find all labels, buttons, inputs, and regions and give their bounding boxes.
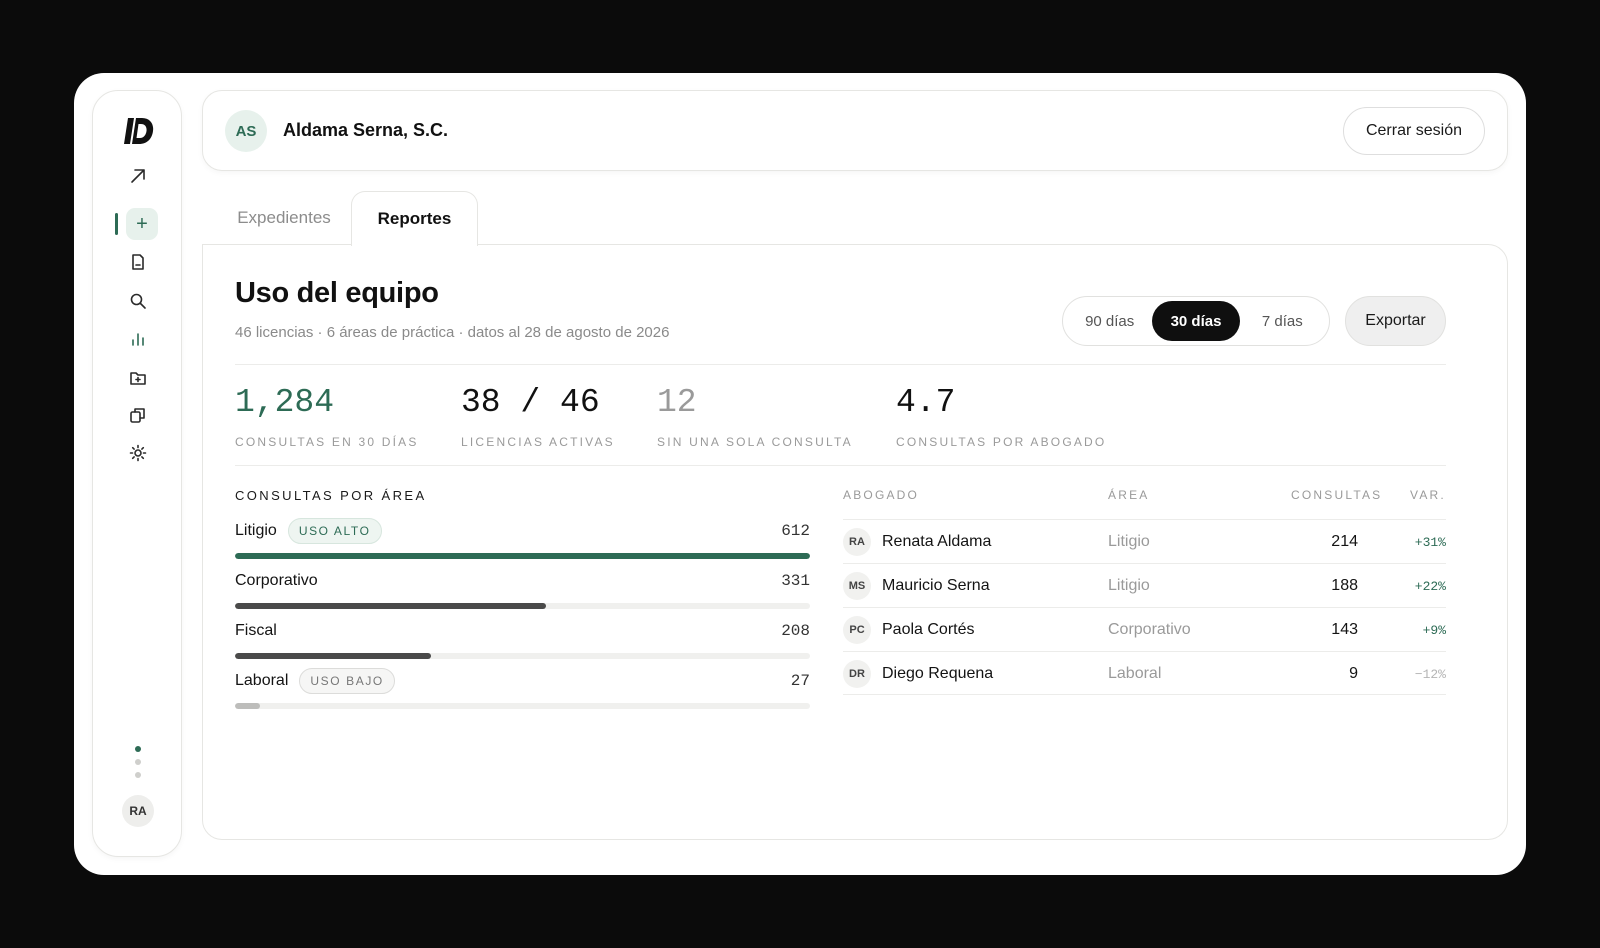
gear-icon[interactable]	[127, 442, 149, 464]
table-row[interactable]: MS Mauricio Serna Litigio 188 +22%	[843, 563, 1446, 607]
logout-button[interactable]: Cerrar sesión	[1342, 107, 1485, 155]
area-name: Corporativo	[235, 572, 318, 589]
col-header-area: ÁREA	[1108, 488, 1150, 502]
table-row[interactable]: RA Renata Aldama Litigio 214 +31%	[843, 519, 1446, 563]
kpi-value: 1,284	[235, 384, 335, 421]
divider	[235, 364, 1446, 365]
col-header-var: VAR.	[1410, 488, 1446, 502]
row-consultas: 188	[1331, 577, 1358, 594]
row-avatar: MS	[843, 572, 871, 600]
row-area: Litigio	[1108, 533, 1150, 550]
row-name: Mauricio Serna	[882, 577, 990, 594]
area-bar-fill	[235, 603, 547, 609]
range-30-button[interactable]: 30 días	[1152, 301, 1240, 341]
tab-reportes[interactable]: Reportes	[351, 191, 478, 246]
row-area: Litigio	[1108, 577, 1150, 594]
area-bar-track	[235, 653, 810, 659]
page-dot[interactable]	[135, 772, 141, 778]
kpi-sin-consulta: 12 SIN UNA SOLA CONSULTA	[657, 384, 853, 450]
app-window: + RA AS Aldama Serna, S.C. Cerrar sesión…	[74, 73, 1526, 875]
row-avatar: RA	[843, 528, 871, 556]
report-panel: Uso del equipo 46 licencias · 6 áreas de…	[202, 244, 1508, 840]
row-var: +9%	[1422, 622, 1446, 638]
page-dot[interactable]	[135, 759, 141, 765]
area-name: Litigio	[235, 522, 277, 539]
header: AS Aldama Serna, S.C. Cerrar sesión	[202, 90, 1508, 171]
row-consultas: 214	[1331, 533, 1358, 550]
area-count: 208	[781, 622, 810, 640]
kpi-consultas: 1,284 CONSULTAS EN 30 DÍAS	[235, 384, 419, 450]
area-name-wrap: Laboral USO BAJO	[235, 668, 395, 694]
tab-expedientes[interactable]: Expedientes	[219, 191, 349, 245]
row-var: +22%	[1414, 578, 1446, 594]
kpi-value: 38 / 46	[461, 384, 600, 421]
col-header-consultas: CONSULTAS	[1291, 488, 1383, 502]
col-header-abogado: ABOGADO	[843, 488, 920, 502]
kpi-por-abogado: 4.7 CONSULTAS POR ABOGADO	[896, 384, 1107, 450]
area-bar-track	[235, 703, 810, 709]
search-icon[interactable]	[127, 290, 149, 312]
row-name: Renata Aldama	[882, 533, 992, 550]
range-selector: 90 días 30 días 7 días	[1062, 296, 1330, 346]
folder-icon[interactable]	[127, 367, 149, 389]
row-area: Laboral	[1108, 665, 1162, 682]
area-bar-track	[235, 553, 810, 559]
active-indicator	[115, 213, 118, 235]
area-bar-fill	[235, 553, 810, 559]
copy-icon[interactable]	[127, 404, 149, 426]
row-name: Diego Requena	[882, 665, 994, 682]
area-name-wrap: Fiscal	[235, 618, 277, 644]
row-consultas: 143	[1331, 621, 1358, 638]
org-name: Aldama Serna, S.C.	[283, 120, 449, 140]
row-area: Corporativo	[1108, 621, 1191, 638]
kpi-licencias: 38 / 46 LICENCIAS ACTIVAS	[461, 384, 615, 450]
table-row[interactable]: DR Diego Requena Laboral 9 −12%	[843, 651, 1446, 695]
range-7-button[interactable]: 7 días	[1240, 301, 1325, 341]
row-name: Paola Cortés	[882, 621, 975, 638]
kpi-label: LICENCIAS ACTIVAS	[461, 435, 615, 449]
range-90-button[interactable]: 90 días	[1067, 301, 1152, 341]
export-button[interactable]: Exportar	[1345, 296, 1446, 346]
areas-title: CONSULTAS POR ÁREA	[235, 488, 427, 503]
kpi-label: SIN UNA SOLA CONSULTA	[657, 435, 853, 449]
row-var: +31%	[1414, 534, 1446, 550]
usage-badge-high: USO ALTO	[287, 518, 382, 544]
area-count: 612	[781, 522, 810, 540]
plus-icon[interactable]: +	[126, 208, 158, 240]
logo-icon[interactable]	[122, 116, 154, 146]
row-consultas: 9	[1349, 665, 1358, 682]
row-avatar: DR	[843, 660, 871, 688]
kpi-label: CONSULTAS EN 30 DÍAS	[235, 435, 419, 449]
row-var: −12%	[1414, 666, 1446, 682]
sidebar: + RA	[92, 90, 182, 857]
row-avatar: PC	[843, 616, 871, 644]
kpi-value: 12	[657, 384, 697, 421]
usage-badge-low: USO BAJO	[299, 668, 395, 694]
area-name: Fiscal	[235, 622, 277, 639]
page-dot-active[interactable]	[135, 746, 141, 752]
page-subtitle: 46 licencias · 6 áreas de práctica · dat…	[235, 324, 670, 341]
bar-chart-icon[interactable]	[127, 328, 149, 350]
area-count: 331	[781, 572, 810, 590]
table-row[interactable]: PC Paola Cortés Corporativo 143 +9%	[843, 607, 1446, 651]
kpi-label: CONSULTAS POR ABOGADO	[896, 435, 1107, 449]
kpi-value: 4.7	[896, 384, 956, 421]
area-name: Laboral	[235, 672, 289, 689]
page-title: Uso del equipo	[235, 277, 439, 309]
arrow-up-right-icon[interactable]	[127, 165, 149, 187]
area-bar-track	[235, 603, 810, 609]
area-name-wrap: Corporativo	[235, 568, 318, 594]
org-avatar: AS	[225, 110, 267, 152]
divider	[235, 465, 1446, 466]
area-bar-fill	[235, 703, 261, 709]
document-icon[interactable]	[127, 251, 149, 273]
area-count: 27	[790, 672, 810, 690]
area-name-wrap: Litigio USO ALTO	[235, 518, 382, 544]
area-bar-fill	[235, 653, 431, 659]
user-avatar[interactable]: RA	[122, 795, 154, 827]
